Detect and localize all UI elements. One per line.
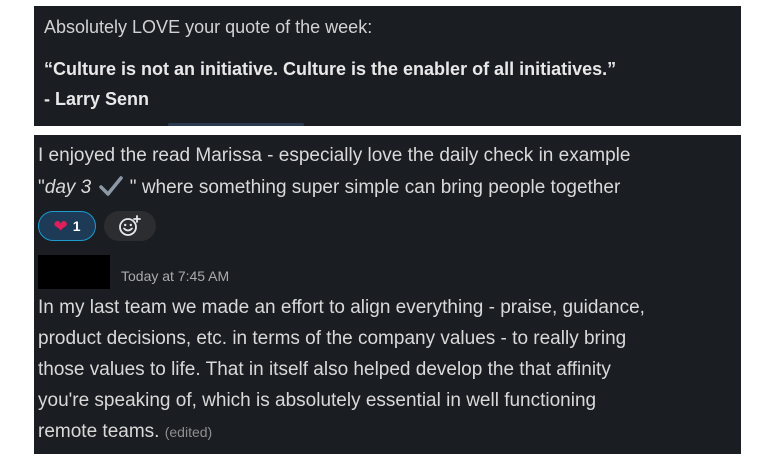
message-text-line-3: those values to life. That in itself als… bbox=[38, 359, 611, 380]
quote-text: “Culture is not an initiative. Culture i… bbox=[44, 59, 617, 79]
heart-reaction-button[interactable]: ❤ 1 bbox=[38, 211, 96, 241]
add-reaction-button[interactable] bbox=[104, 211, 156, 241]
scroll-indicator bbox=[168, 123, 304, 126]
check-mark-icon bbox=[98, 176, 123, 196]
reply-italic-text: day 3 bbox=[44, 177, 92, 198]
reaction-count: 1 bbox=[72, 218, 81, 234]
quote-message-panel: Absolutely LOVE your quote of the week: … bbox=[34, 6, 741, 126]
reply-text-line-2: "day 3 " where something super simple ca… bbox=[38, 176, 621, 198]
message-text-line-2: product decisions, etc. in terms of the … bbox=[38, 328, 627, 349]
thread-panel: I enjoyed the read Marissa - especially … bbox=[34, 135, 741, 454]
quote-author: - Larry Senn bbox=[44, 89, 150, 109]
reply-text-line-1: I enjoyed the read Marissa - especially … bbox=[38, 145, 631, 166]
message-text-line-5: remote teams. (edited) bbox=[38, 421, 213, 442]
heart-icon: ❤ bbox=[53, 216, 68, 236]
smiley-plus-icon bbox=[119, 215, 141, 236]
message-text-line-1: In my last team we made an effort to ali… bbox=[38, 297, 645, 318]
message-text-line-4: you're speaking of, which is absolutely … bbox=[38, 390, 597, 411]
message-timestamp[interactable]: Today at 7:45 AM bbox=[121, 268, 229, 284]
edited-label: (edited) bbox=[164, 424, 213, 440]
message-intro-text: Absolutely LOVE your quote of the week: bbox=[44, 17, 373, 37]
redacted-author-name bbox=[38, 255, 110, 289]
